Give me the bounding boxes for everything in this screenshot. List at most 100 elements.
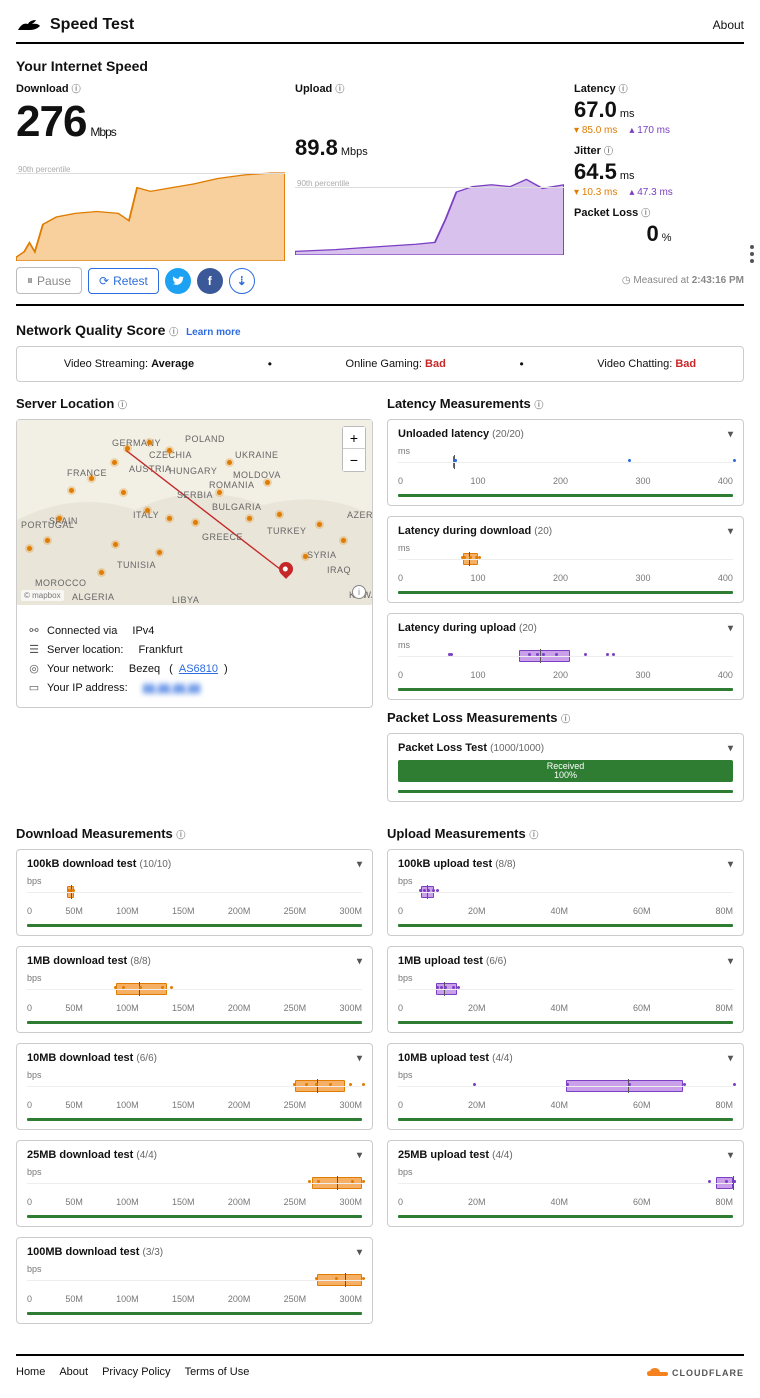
map-city-dot (277, 512, 282, 517)
footer-link[interactable]: Privacy Policy (102, 1366, 170, 1378)
map-city-dot (57, 516, 62, 521)
cloudflare-rabbit-icon (16, 16, 42, 34)
measurement-card: 100kB download test (10/10)▾ bps 050M100… (16, 849, 373, 936)
info-icon[interactable]: ⓘ (72, 84, 81, 94)
map-city-dot (45, 538, 50, 543)
chevron-down-icon[interactable]: ▾ (728, 859, 733, 870)
chevron-down-icon[interactable]: ▾ (728, 743, 733, 754)
map-country-label: PORTUGAL (21, 520, 74, 530)
jitter-label: Jitter (574, 145, 601, 157)
map-country-label: ROMANIA (209, 480, 255, 490)
map-city-dot (69, 488, 74, 493)
map-country-label: UKRAINE (235, 450, 279, 460)
info-icon[interactable]: ⓘ (604, 146, 613, 156)
map-city-dot (303, 554, 308, 559)
map-city-dot (247, 516, 252, 521)
jitter-value: 64.5 (574, 159, 617, 184)
nqs-row: Video Streaming: Average• Online Gaming:… (16, 346, 744, 382)
measurement-card: 1MB download test (8/8)▾ bps 050M100M150… (16, 946, 373, 1033)
info-icon[interactable]: ⓘ (641, 208, 650, 218)
chevron-down-icon[interactable]: ▾ (357, 956, 362, 967)
map-country-label: ALGERIA (72, 592, 115, 602)
learn-more-link[interactable]: Learn more (186, 327, 240, 338)
info-icon[interactable]: ⓘ (176, 830, 185, 840)
chevron-down-icon[interactable]: ▾ (728, 1053, 733, 1064)
mapbox-attribution: © mapbox (21, 590, 64, 601)
chevron-down-icon[interactable]: ▾ (357, 859, 362, 870)
about-link[interactable]: About (713, 18, 744, 32)
zoom-in-button[interactable]: + (343, 427, 365, 449)
footer-link[interactable]: About (59, 1366, 88, 1378)
measurement-card: Latency during upload (20)▾ ms 010020030… (387, 613, 744, 700)
map-city-dot (112, 460, 117, 465)
download-chart: 90th percentile (16, 151, 285, 261)
footer-link[interactable]: Home (16, 1366, 45, 1378)
server-icon: ☰ (27, 643, 41, 656)
network-icon: ⚯ (27, 624, 41, 637)
map-country-label: BULGARIA (212, 502, 262, 512)
ip-address-link[interactable]: ▮▮.▮▮.▮▮.▮▮ (143, 681, 201, 694)
map-country-label: AUSTRIA (129, 464, 172, 474)
map-city-dot (99, 570, 104, 575)
measurement-card: 25MB download test (4/4)▾ bps 050M100M15… (16, 1140, 373, 1227)
info-icon[interactable]: ⓘ (169, 327, 178, 337)
info-icon[interactable]: ⓘ (561, 714, 570, 724)
map-city-dot (341, 538, 346, 543)
measured-at: ◷ Measured at 2:43:16 PM (622, 275, 744, 286)
map-info-icon[interactable]: i (352, 585, 366, 599)
map-city-dot (265, 480, 270, 485)
pause-button[interactable]: ⏸ Pause (16, 267, 82, 294)
measurement-card: 25MB upload test (4/4)▾ bps 020M40M60M80… (387, 1140, 744, 1227)
cloudflare-logo: CLOUDFLARE (646, 1366, 744, 1378)
map-city-dot (227, 460, 232, 465)
chevron-down-icon[interactable]: ▾ (728, 956, 733, 967)
map-city-dot (317, 522, 322, 527)
info-icon[interactable]: ⓘ (529, 830, 538, 840)
map-city-dot (167, 448, 172, 453)
footer-link[interactable]: Terms of Use (185, 1366, 250, 1378)
kebab-menu[interactable] (750, 245, 754, 263)
latency-value: 67.0 (574, 97, 617, 122)
download-label: Download (16, 83, 69, 95)
map-country-label: SERBIA (177, 490, 213, 500)
server-location-heading: Server Location (16, 396, 114, 411)
map-country-label: HUNGARY (169, 466, 217, 476)
map-country-label: IRAQ (327, 565, 351, 575)
latency-measurements-heading: Latency Measurements (387, 396, 531, 411)
map-city-dot (193, 520, 198, 525)
retest-button[interactable]: ⟳ Retest (88, 268, 159, 294)
map-country-label: MOROCCO (35, 578, 87, 588)
chevron-down-icon[interactable]: ▾ (357, 1053, 362, 1064)
chevron-down-icon[interactable]: ▾ (728, 623, 733, 634)
share-facebook[interactable]: f (197, 268, 223, 294)
map-city-dot (147, 440, 152, 445)
map-country-label: MOLDOVA (233, 470, 281, 480)
ip-icon: ▭ (27, 681, 41, 694)
map-zoom-controls: + − (342, 426, 366, 472)
map-city-dot (125, 446, 130, 451)
download-results[interactable]: ⇣ (229, 268, 255, 294)
your-speed-heading: Your Internet Speed (16, 58, 744, 74)
chevron-down-icon[interactable]: ▾ (357, 1150, 362, 1161)
chevron-down-icon[interactable]: ▾ (357, 1247, 362, 1258)
measurement-card: 100MB download test (3/3)▾ bps 050M100M1… (16, 1237, 373, 1324)
packet-loss-bar: Received100% (398, 760, 733, 782)
info-icon[interactable]: ⓘ (118, 400, 127, 410)
upload-label: Upload (295, 83, 332, 95)
packetloss-measurements-heading: Packet Loss Measurements (387, 710, 558, 725)
chevron-down-icon[interactable]: ▾ (728, 526, 733, 537)
info-icon[interactable]: ⓘ (534, 400, 543, 410)
map-country-label: SYRIA (307, 550, 337, 560)
download-unit: Mbps (90, 125, 115, 139)
info-icon[interactable]: ⓘ (335, 84, 344, 94)
chevron-down-icon[interactable]: ▾ (728, 1150, 733, 1161)
chevron-down-icon[interactable]: ▾ (728, 429, 733, 440)
info-icon[interactable]: ⓘ (619, 84, 628, 94)
zoom-out-button[interactable]: − (343, 449, 365, 471)
share-twitter[interactable] (165, 268, 191, 294)
measurement-card: Latency during download (20)▾ ms 0100200… (387, 516, 744, 603)
map-country-label: TURKEY (267, 526, 307, 536)
server-location-map[interactable]: GERMANYPOLANDCZECHIAAUSTRIAHUNGARYUKRAIN… (17, 420, 372, 605)
asn-link[interactable]: AS6810 (179, 663, 218, 675)
packetloss-value: 0 (646, 221, 658, 246)
